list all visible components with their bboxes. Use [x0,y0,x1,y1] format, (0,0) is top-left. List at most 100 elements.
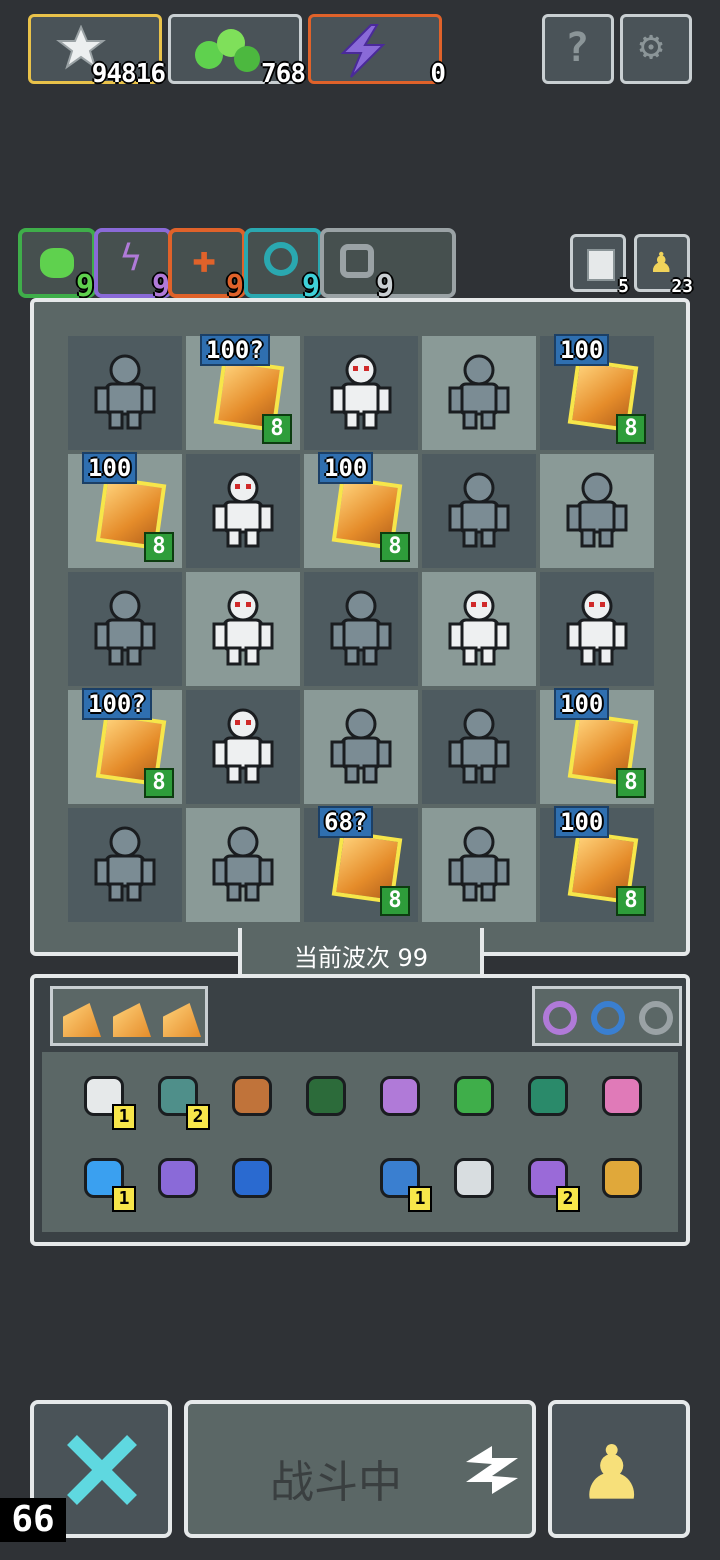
dark-monster-icon [326,706,396,786]
inventory-header [42,986,682,1046]
green-map-icon[interactable] [298,1068,354,1124]
pawn-counter[interactable]: ♟ 23 [634,234,693,297]
silver-stone-icon[interactable] [446,1150,502,1206]
dark-monster-icon [208,824,278,904]
dark-monster-icon [90,588,160,668]
item-count: 2 [556,1186,580,1212]
board-cell[interactable] [186,690,300,804]
green-arrow-icon[interactable] [446,1068,502,1124]
lightning-icon [340,24,386,78]
board-cell[interactable]: 100? 8 [186,334,300,450]
blob-value: 768 [261,59,306,89]
damage-number: 100? [200,334,270,366]
damage-number: 100 [318,452,374,484]
fight-button[interactable]: 战斗中 [184,1400,536,1538]
cheese-icon [113,1003,151,1037]
board-cell[interactable]: 68? 8 [304,806,418,922]
scroll-icon [587,249,615,281]
board-cell[interactable] [304,572,418,686]
white-monster-icon [326,352,396,432]
board-cell[interactable] [186,808,300,922]
cheese-icon [163,1003,201,1037]
item-grid: 1 2 1 1 2 [42,1052,678,1232]
gray-element-icon [340,244,374,278]
green-blob-icon [195,29,260,72]
energy-value: 0 [430,59,446,89]
purple-key-icon[interactable] [372,1068,428,1124]
white-monster-icon [444,588,514,668]
item-count: 1 [112,1186,136,1212]
fps-counter: 66 [0,1498,66,1542]
element-green[interactable]: 9 [18,228,96,304]
speed-icon [466,1446,518,1494]
board-cell[interactable]: 100 8 [540,334,654,450]
dark-monster-icon [90,352,160,432]
board-cell[interactable] [540,454,654,568]
cheese-tab[interactable] [50,986,208,1046]
dark-monster-icon [444,352,514,432]
board-cell[interactable] [422,572,536,686]
blue-orb-icon[interactable]: 1 [76,1150,136,1212]
wave-label: 当前波次 99 [293,944,429,972]
board-cell[interactable] [422,336,536,450]
help-button[interactable]: ? [542,14,614,84]
board-cell[interactable]: 100 8 [68,452,182,568]
green-element-icon [40,248,74,278]
board-cell[interactable] [304,690,418,804]
board-cell[interactable] [186,572,300,686]
hourglass-icon[interactable]: 1 [372,1150,432,1212]
purple-bat-icon[interactable] [150,1150,206,1206]
damage-number: 100? [82,688,152,720]
board-cell[interactable] [422,690,536,804]
fire-element-icon: ✚ [192,236,217,282]
tower-level: 8 [616,886,646,916]
pawn-small-icon: ♟ [651,241,672,281]
tower-level: 8 [144,532,174,562]
water-drop-icon[interactable] [224,1150,280,1206]
damage-number: 100 [554,806,610,838]
element-purple[interactable]: ϟ 9 [94,228,172,304]
board-cell[interactable] [540,572,654,686]
ring-tab[interactable] [532,986,682,1046]
gold-value: 94816 [91,59,166,89]
white-monster-icon [562,588,632,668]
board-cell[interactable] [68,336,182,450]
board-cell[interactable] [186,454,300,568]
help-icon: ? [565,25,590,71]
board-cell[interactable]: 100 8 [540,806,654,922]
blue-ring-icon [591,1001,625,1035]
dark-monster-icon [562,470,632,550]
dark-monster-icon [90,824,160,904]
item-count: 2 [186,1104,210,1130]
blob-counter: 768 [168,14,306,89]
settings-button[interactable]: ⚙ [620,14,692,84]
potion-icon[interactable]: 2 [520,1150,580,1212]
element-water[interactable]: 9 [244,228,322,304]
board-cell[interactable]: 100 8 [540,688,654,804]
board-cell[interactable]: 100? 8 [68,688,182,804]
fight-label: 战斗中 [270,1457,402,1508]
bone-icon[interactable]: 1 [76,1068,136,1130]
inventory-panel: 1 2 1 1 2 [30,974,690,1246]
goblet-icon[interactable] [594,1150,650,1206]
green-map-2-icon[interactable] [520,1068,576,1124]
pawn-button[interactable]: ♟ [548,1400,690,1538]
scroll-counter[interactable]: 5 [570,234,629,297]
board-cell[interactable] [68,572,182,686]
board-cell[interactable]: 100 8 [304,452,418,568]
pink-arrow-icon[interactable] [594,1068,650,1124]
board-cell[interactable] [304,336,418,450]
board-cell[interactable] [422,454,536,568]
white-monster-icon [208,470,278,550]
element-fire[interactable]: ✚ 9 [168,228,246,304]
board-cell[interactable] [422,808,536,922]
board-cell[interactable] [68,808,182,922]
tower-level: 8 [262,414,292,444]
heart-gem-icon[interactable]: 2 [150,1068,210,1130]
item-count: 1 [112,1104,136,1130]
tower-level: 8 [380,886,410,916]
feather-icon[interactable] [224,1068,280,1124]
game-board: 100? 8 100 8 100 8 100 8 100? 8 100 8 68? 8 100 8 [30,298,690,956]
element-gray[interactable]: 9 [320,228,456,304]
tower-level: 8 [616,414,646,444]
